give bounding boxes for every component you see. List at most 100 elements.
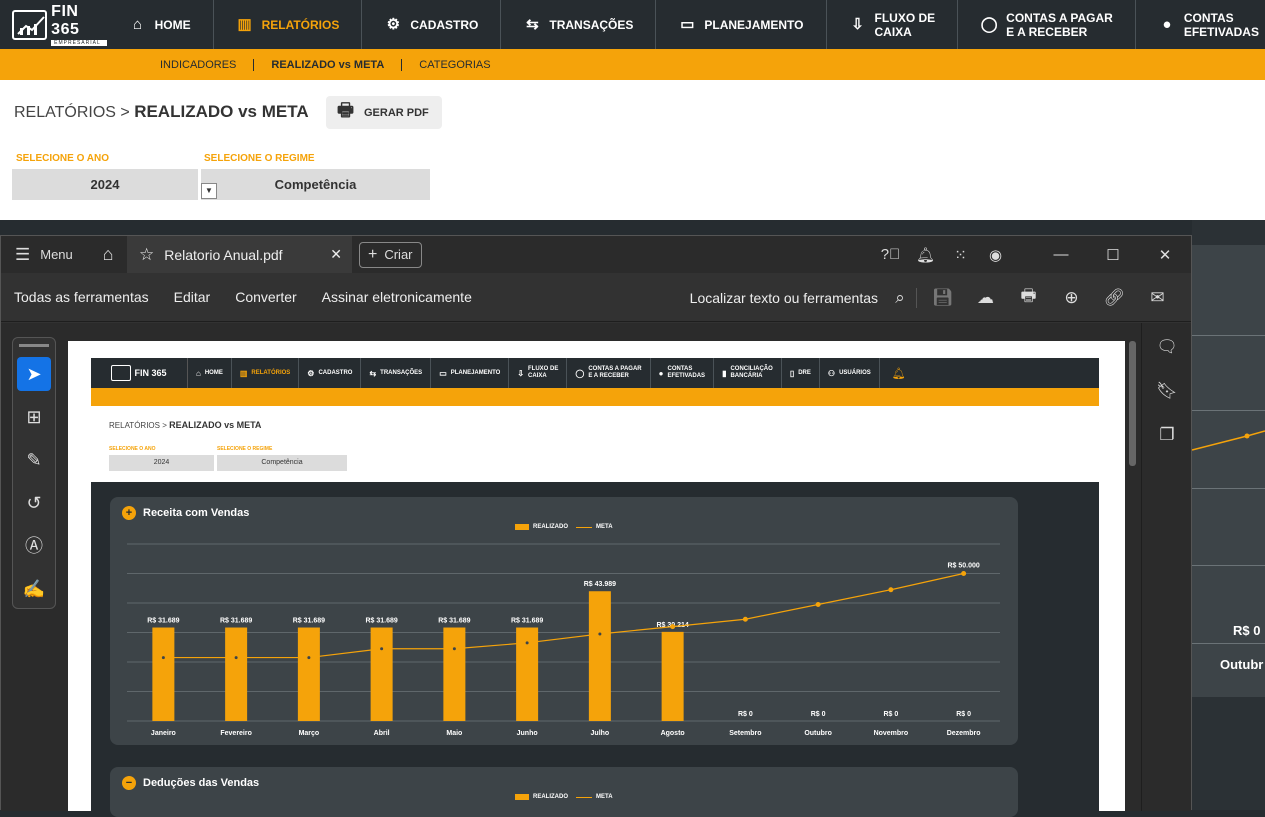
background-gridline bbox=[1192, 410, 1265, 411]
pdf-nav-item-6: ◯ CONTAS A PAGAR E A RECEBER bbox=[567, 358, 651, 388]
nav-item-1[interactable]: ▥ RELATÓRIOS bbox=[214, 0, 363, 49]
share-user-icon[interactable]: ⊕ bbox=[1050, 288, 1093, 308]
regime-select[interactable]: Competência bbox=[201, 169, 430, 200]
bar-data-label: R$ 31.689 bbox=[438, 618, 470, 625]
vertical-scrollbar[interactable] bbox=[1129, 341, 1136, 466]
add-comment-icon[interactable]: ⊞ bbox=[17, 400, 51, 434]
close-tab-icon[interactable]: ✕ bbox=[330, 246, 342, 263]
bookmarks-icon[interactable]: 🔖︎ bbox=[1142, 371, 1192, 411]
bar bbox=[661, 631, 684, 721]
toolbar-divider bbox=[916, 287, 917, 308]
search-icon[interactable]: ⌕ bbox=[888, 288, 912, 308]
avatar[interactable]: ◉ bbox=[978, 246, 1013, 264]
bar-data-label: R$ 0 bbox=[738, 711, 753, 718]
nav-icon: ⌂ bbox=[133, 15, 143, 33]
pdf-app-nav: FIN 365 ⌂ HOME ▥ RELATÓRIOS ⚙ CADASTRO ⇆ TRANSA… bbox=[91, 358, 1099, 388]
link-icon[interactable]: 🔗︎ bbox=[1093, 288, 1136, 308]
nav-item-6[interactable]: ◯ CONTAS A PAGAR E A RECEBER bbox=[958, 0, 1136, 49]
pdf-page: FIN 365 ⌂ HOME ▥ RELATÓRIOS ⚙ CADASTRO ⇆ TRANSA… bbox=[68, 341, 1125, 817]
logo-chart-icon bbox=[111, 365, 132, 381]
subnav-realizado-vs-meta[interactable]: REALIZADO vs META bbox=[254, 58, 403, 71]
window-controls: ?⃝ 🔔︎ ⁙ ◉ — ☐ ✕ bbox=[873, 236, 1191, 273]
star-icon[interactable]: ☆ bbox=[139, 245, 154, 265]
edit-menu[interactable]: Editar bbox=[161, 289, 223, 305]
draw-lasso-icon[interactable]: ↺ bbox=[17, 486, 51, 520]
help-icon[interactable]: ?⃝ bbox=[873, 246, 908, 263]
minimize-icon[interactable]: — bbox=[1035, 246, 1087, 263]
app-logo[interactable]: FIN 365 EMPRESARIAL bbox=[0, 0, 107, 49]
bar bbox=[225, 627, 248, 721]
pages-copy-icon[interactable]: ❐ bbox=[1142, 415, 1192, 455]
highlight-pen-icon[interactable]: ✎ bbox=[17, 443, 51, 477]
deductions-card-title: − Deduções das Vendas bbox=[122, 776, 259, 790]
sub-nav: INDICADORES REALIZADO vs META CATEGORIAS bbox=[0, 49, 1265, 80]
nav-icon: ● bbox=[1162, 15, 1172, 33]
chevron-down-icon[interactable]: ▼ bbox=[201, 183, 217, 199]
meta-point bbox=[815, 601, 821, 607]
pdf-nav-icon: ▭ bbox=[439, 368, 447, 378]
comments-icon[interactable]: 🗨︎ bbox=[1142, 327, 1192, 367]
find-tools-input[interactable]: Localizar texto ou ferramentas bbox=[690, 290, 878, 306]
maximize-icon[interactable]: ☐ bbox=[1087, 246, 1139, 264]
x-tick-label: Novembro bbox=[874, 730, 909, 737]
pdf-nav-label: RELATÓRIOS bbox=[251, 369, 291, 376]
year-select[interactable]: 2024 bbox=[12, 169, 198, 200]
apps-grid-icon[interactable]: ⁙ bbox=[943, 246, 978, 264]
revenue-chart: R$ 31.689 Janeiro R$ 31.689 Fevereiro R$ 31.… bbox=[127, 543, 1000, 737]
x-tick-label: Outubro bbox=[804, 730, 832, 737]
background-value-label: R$ 0 bbox=[1233, 623, 1261, 638]
x-tick-label: Julho bbox=[591, 730, 610, 737]
pdf-nav-item-8: ▮ CONCILIAÇÃO BANCÁRIA bbox=[714, 358, 782, 388]
select-cursor-icon[interactable]: ➤ bbox=[17, 357, 51, 391]
create-button[interactable]: + Criar bbox=[359, 241, 422, 268]
home-icon[interactable]: ⌂ bbox=[89, 244, 127, 265]
upload-cloud-icon[interactable]: ☁︎ bbox=[964, 288, 1007, 308]
drag-handle[interactable] bbox=[19, 344, 49, 347]
nav-item-3[interactable]: ⇆ TRANSAÇÕES bbox=[501, 0, 657, 49]
nav-item-4[interactable]: ▭ PLANEJAMENTO bbox=[656, 0, 827, 49]
generate-pdf-button[interactable]: 🖶 GERAR PDF bbox=[326, 96, 442, 129]
document-tab-label: Relatorio Anual.pdf bbox=[164, 246, 283, 263]
nav-label: CONTAS A PAGAR E A RECEBER bbox=[1006, 10, 1113, 39]
nav-item-5[interactable]: ⇩ FLUXO DE CAIXA bbox=[827, 0, 959, 49]
nav-label: TRANSAÇÕES bbox=[549, 17, 634, 32]
pdf-nav-label: TRANSAÇÕES bbox=[380, 369, 423, 376]
print-icon[interactable]: 🖶 bbox=[1007, 283, 1050, 312]
hamburger-icon: ☰ bbox=[15, 244, 31, 264]
menu-label: Menu bbox=[40, 247, 73, 262]
sign-pen-icon[interactable]: ✍ bbox=[17, 572, 51, 606]
all-tools-menu[interactable]: Todas as ferramentas bbox=[1, 289, 161, 305]
subnav-categorias[interactable]: CATEGORIAS bbox=[402, 59, 507, 71]
notification-bell-icon: 🔔︎ bbox=[891, 367, 906, 380]
nav-item-7[interactable]: ● CONTAS EFETIVADAS bbox=[1136, 0, 1265, 49]
background-gridline bbox=[1192, 488, 1265, 489]
meta-line bbox=[163, 572, 964, 659]
bell-icon[interactable]: 🔔︎ bbox=[908, 246, 943, 264]
pdf-nav-label: CADASTRO bbox=[318, 369, 353, 376]
nav-icon: ⇩ bbox=[851, 15, 864, 33]
nav-icon: ▭ bbox=[680, 15, 695, 33]
nav-icon: ⇆ bbox=[526, 15, 539, 33]
nav-item-2[interactable]: ⚙ CADASTRO bbox=[362, 0, 502, 49]
convert-menu[interactable]: Converter bbox=[222, 289, 308, 305]
text-box-icon[interactable]: Ⓐ bbox=[17, 529, 51, 563]
pdf-nav-icon: ⌂ bbox=[196, 368, 201, 378]
x-tick-label: Agosto bbox=[661, 730, 685, 737]
bar bbox=[588, 591, 611, 721]
pdf-nav-item-2: ⚙ CADASTRO bbox=[299, 358, 362, 388]
subnav-indicadores[interactable]: INDICADORES bbox=[143, 58, 255, 71]
bar-data-label: R$ 31.689 bbox=[511, 618, 543, 625]
document-tab[interactable]: ☆ Relatorio Anual.pdf ✕ bbox=[127, 236, 352, 273]
mail-icon[interactable]: ✉ bbox=[1136, 288, 1179, 308]
sign-menu[interactable]: Assinar eletronicamente bbox=[309, 289, 484, 305]
breadcrumb-parent[interactable]: RELATÓRIOS > bbox=[14, 104, 134, 121]
save-icon[interactable]: 💾︎ bbox=[921, 288, 964, 308]
nav-label: RELATÓRIOS bbox=[261, 17, 340, 32]
menu-button[interactable]: ☰ Menu bbox=[1, 245, 89, 265]
close-window-icon[interactable]: ✕ bbox=[1139, 246, 1191, 264]
nav-item-0[interactable]: ⌂ HOME bbox=[107, 0, 214, 49]
pdf-nav-icon: ▮ bbox=[722, 368, 727, 378]
pdf-nav-item-0: ⌂ HOME bbox=[188, 358, 232, 388]
meta-point bbox=[451, 646, 457, 652]
legend-bar-label: REALIZADO bbox=[533, 794, 568, 800]
